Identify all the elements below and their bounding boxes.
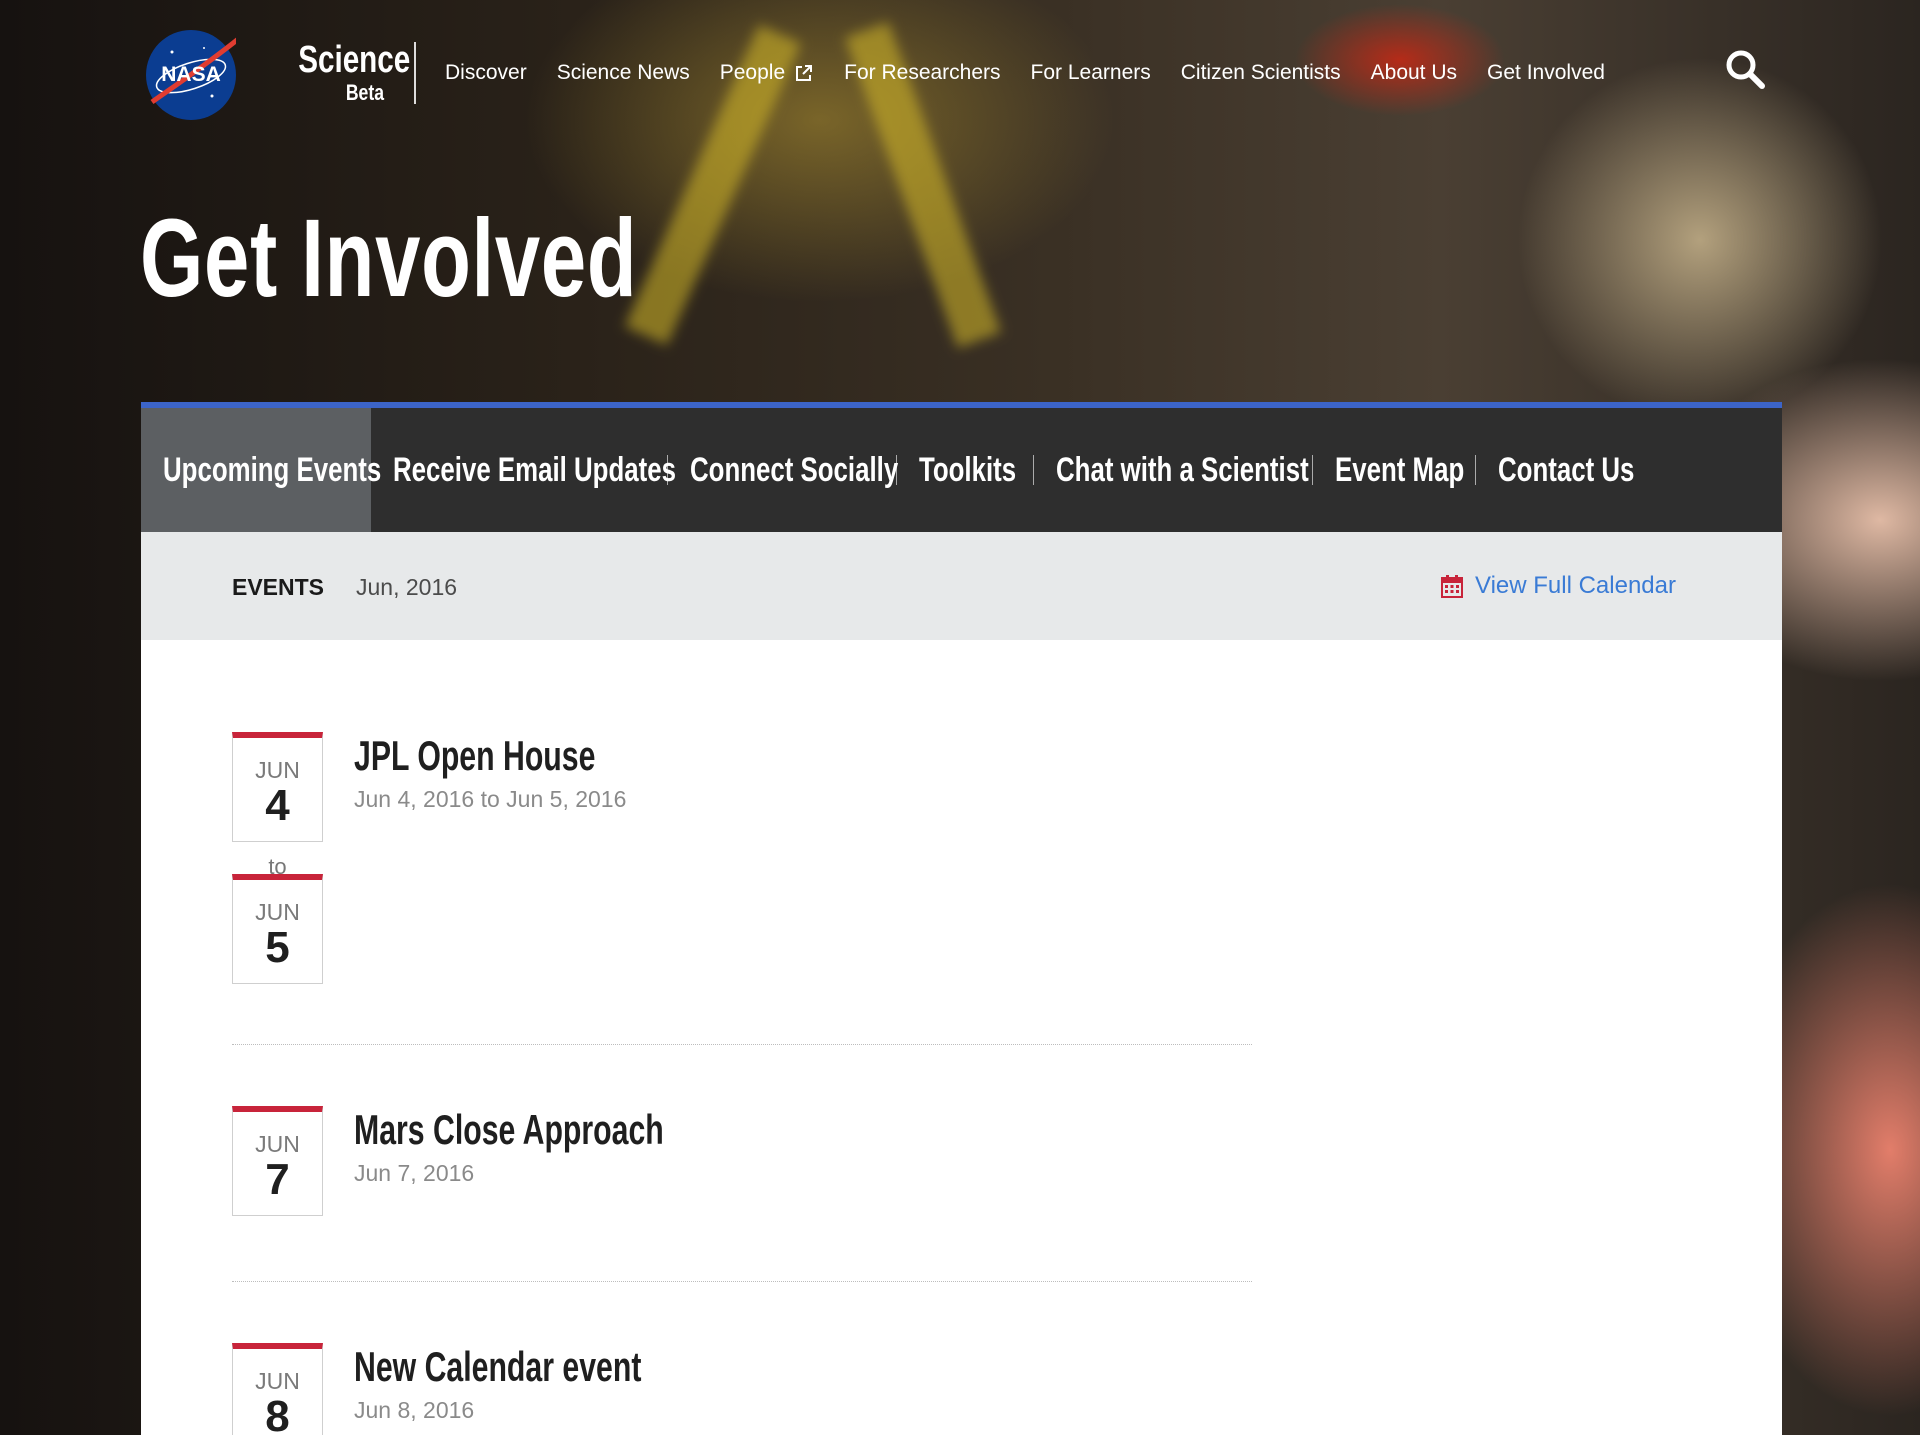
event-day: 5 — [265, 923, 290, 972]
view-full-calendar-link[interactable]: View Full Calendar — [1441, 572, 1676, 600]
search-icon — [1726, 50, 1765, 89]
event-day: 4 — [265, 781, 290, 830]
tab-event-map[interactable]: Event Map — [1313, 408, 1475, 532]
search-button[interactable] — [1724, 48, 1766, 90]
external-link-icon — [796, 65, 813, 81]
main-menu: Discover Science News People For Researc… — [445, 56, 1635, 90]
tab-contact-us[interactable]: Contact Us — [1476, 408, 1644, 532]
event-dates: Jun 4, 2016 to Jun 5, 2016 — [354, 786, 627, 812]
sub-nav-list: Upcoming Events Receive Email Updates Co… — [141, 408, 1782, 532]
event-month: JUN — [255, 1131, 300, 1157]
event-dates: Jun 7, 2016 — [354, 1160, 475, 1186]
event-separator — [232, 1044, 1252, 1045]
event-month: JUN — [255, 757, 300, 783]
events-list: JUN 4 to JUN 5 JPL Open House Jun 4, 201… — [141, 640, 1782, 1435]
menu-item-discover[interactable]: Discover — [445, 56, 527, 90]
event-month: JUN — [255, 1368, 300, 1394]
event-item[interactable]: JUN 7 Mars Close Approach Jun 7, 2016 — [232, 1106, 1252, 1226]
header-divider — [414, 42, 416, 104]
content-panel: Upcoming Events Receive Email Updates Co… — [141, 402, 1782, 1435]
site-name[interactable]: Science Beta — [274, 38, 411, 105]
menu-item-people[interactable]: People — [720, 56, 814, 90]
menu-item-for-researchers[interactable]: For Researchers — [844, 56, 1000, 90]
event-title-link[interactable]: New Calendar event — [354, 1343, 641, 1391]
page-title: Get Involved — [140, 197, 638, 320]
event-title-link[interactable]: Mars Close Approach — [354, 1106, 664, 1154]
menu-item-about-us[interactable]: About Us — [1371, 56, 1457, 90]
calendar-icon — [1441, 575, 1463, 598]
menu-item-for-learners[interactable]: For Learners — [1031, 56, 1151, 90]
events-header-bar: EVENTS Jun, 2016 View Full Calendar — [141, 532, 1782, 640]
site-header: NASA Science Beta Discover Science News … — [0, 0, 1920, 150]
tab-chat-with-a-scientist[interactable]: Chat with a Scientist — [1034, 408, 1312, 532]
event-separator — [232, 1281, 1252, 1282]
nasa-logo-text: NASA — [161, 63, 221, 86]
menu-item-get-involved[interactable]: Get Involved — [1487, 56, 1605, 90]
tab-toolkits[interactable]: Toolkits — [897, 408, 1033, 532]
events-label: EVENTS — [232, 574, 325, 600]
event-end-date-badge: JUN 5 — [232, 874, 323, 984]
site-tagline: Beta — [345, 80, 384, 105]
tab-receive-email-updates[interactable]: Receive Email Updates — [371, 408, 676, 532]
tab-connect-socially[interactable]: Connect Socially — [668, 408, 898, 532]
menu-item-science-news[interactable]: Science News — [557, 56, 690, 90]
event-title-link[interactable]: JPL Open House — [354, 732, 595, 780]
event-item[interactable]: JUN 8 New Calendar event Jun 8, 2016 — [232, 1343, 1252, 1435]
tab-upcoming-events[interactable]: Upcoming Events — [141, 408, 381, 532]
view-full-calendar-label: View Full Calendar — [1475, 572, 1676, 599]
event-day: 8 — [265, 1392, 290, 1435]
event-month: JUN — [255, 899, 300, 925]
menu-item-citizen-scientists[interactable]: Citizen Scientists — [1181, 56, 1341, 90]
event-dates: Jun 8, 2016 — [354, 1397, 475, 1423]
event-start-date-badge: JUN 4 — [232, 732, 323, 842]
event-day: 7 — [265, 1155, 290, 1204]
event-start-date-badge: JUN 8 — [232, 1343, 323, 1435]
sub-navigation: Upcoming Events Receive Email Updates Co… — [141, 402, 1782, 532]
event-start-date-badge: JUN 7 — [232, 1106, 323, 1216]
event-item[interactable]: JUN 4 to JUN 5 JPL Open House Jun 4, 201… — [232, 732, 1252, 992]
nasa-logo[interactable]: NASA — [146, 30, 236, 120]
events-month: Jun, 2016 — [356, 574, 458, 600]
site-title: Science — [298, 39, 411, 81]
